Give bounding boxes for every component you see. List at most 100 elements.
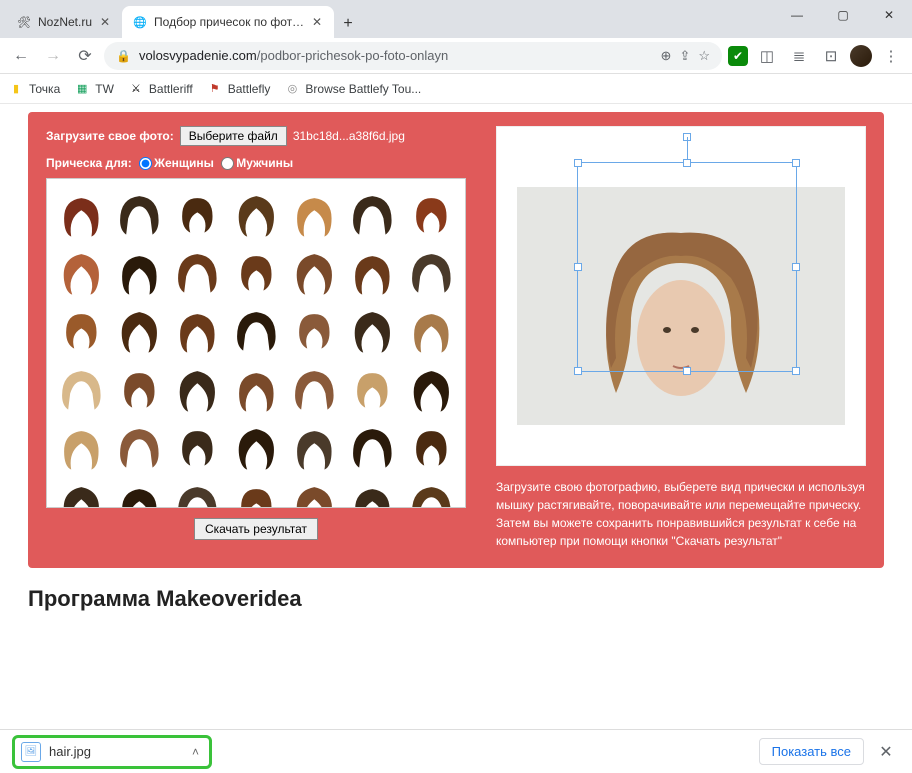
hair-thumb[interactable]	[403, 418, 459, 474]
handle-n[interactable]	[683, 159, 691, 167]
handle-sw[interactable]	[574, 367, 582, 375]
hair-thumb[interactable]	[170, 243, 226, 299]
download-row: Скачать результат	[46, 518, 466, 540]
forward-button[interactable]: →	[40, 43, 66, 69]
hair-thumb[interactable]	[228, 360, 284, 416]
toolbar: ← → ⟳ 🔒 volosvypadenie.com/podbor-priche…	[0, 38, 912, 74]
hair-thumb[interactable]	[111, 185, 167, 241]
download-filename: hair.jpg	[49, 744, 91, 759]
sheets-icon: ▦	[74, 81, 90, 97]
bookmark-battleriff[interactable]: ⚔Battleriff	[128, 81, 193, 97]
bookmark-tochka[interactable]: ▮Точка	[8, 81, 60, 97]
hair-thumb[interactable]	[53, 360, 109, 416]
hair-thumb[interactable]	[344, 243, 400, 299]
hair-list[interactable]	[46, 178, 466, 508]
close-button[interactable]: ✕	[866, 0, 912, 30]
handle-se[interactable]	[792, 367, 800, 375]
tab-title: NozNet.ru	[38, 15, 92, 29]
hair-thumb[interactable]	[111, 243, 167, 299]
bookmark-tw[interactable]: ▦TW	[74, 81, 114, 97]
hair-thumb[interactable]	[53, 185, 109, 241]
hair-thumb[interactable]	[403, 302, 459, 358]
hair-thumb[interactable]	[344, 302, 400, 358]
close-bar-icon[interactable]: ✕	[872, 742, 900, 762]
hair-thumb[interactable]	[286, 302, 342, 358]
address-bar[interactable]: 🔒 volosvypadenie.com/podbor-prichesok-po…	[104, 42, 722, 70]
wrench-icon: 🛠	[16, 14, 32, 30]
back-button[interactable]: ←	[8, 43, 34, 69]
share-icon[interactable]: ⇪	[679, 48, 690, 64]
reload-button[interactable]: ⟳	[72, 43, 98, 69]
ext3-icon[interactable]: ⊡	[818, 43, 844, 69]
hair-thumb[interactable]	[403, 243, 459, 299]
ext2-icon[interactable]: ≣	[786, 43, 812, 69]
hair-thumb[interactable]	[111, 360, 167, 416]
choose-file-button[interactable]: Выберите файл	[180, 126, 287, 146]
check-ext-icon[interactable]: ✔	[728, 46, 748, 66]
hair-thumb[interactable]	[403, 360, 459, 416]
chevron-up-icon[interactable]: ˄	[192, 745, 199, 759]
hair-thumb[interactable]	[344, 418, 400, 474]
hair-thumb[interactable]	[111, 418, 167, 474]
avatar[interactable]	[850, 45, 872, 67]
tab-noznet[interactable]: 🛠 NozNet.ru ✕	[6, 6, 122, 38]
download-chip[interactable]: 🖼 hair.jpg ˄	[12, 735, 212, 769]
maximize-button[interactable]: ▢	[820, 0, 866, 30]
hair-thumb[interactable]	[111, 302, 167, 358]
handle-nw[interactable]	[574, 159, 582, 167]
hair-thumb[interactable]	[170, 418, 226, 474]
minimize-button[interactable]: —	[774, 0, 820, 30]
hair-thumb[interactable]	[286, 360, 342, 416]
ext1-icon[interactable]: ◫	[754, 43, 780, 69]
bookmark-battlefy[interactable]: ◎Browse Battlefy Tou...	[284, 81, 421, 97]
hair-thumb[interactable]	[228, 418, 284, 474]
tab-active[interactable]: 🌐 Подбор причесок по фото онла ✕	[122, 6, 334, 38]
male-radio[interactable]	[221, 157, 234, 170]
hair-thumb[interactable]	[53, 476, 109, 508]
handle-w[interactable]	[574, 263, 582, 271]
folder-icon: ▮	[8, 81, 24, 97]
hair-thumb[interactable]	[344, 185, 400, 241]
female-radio[interactable]	[139, 157, 152, 170]
hair-thumb[interactable]	[170, 302, 226, 358]
hair-thumb[interactable]	[286, 185, 342, 241]
hair-thumb[interactable]	[53, 243, 109, 299]
menu-icon[interactable]: ⋮	[878, 43, 904, 69]
hair-thumb[interactable]	[403, 476, 459, 508]
hair-thumb[interactable]	[170, 185, 226, 241]
close-icon[interactable]: ✕	[98, 15, 112, 29]
hair-thumb[interactable]	[286, 476, 342, 508]
hair-thumb[interactable]	[344, 360, 400, 416]
bookmarks-bar: ▮Точка ▦TW ⚔Battleriff ⚑Battlefly ◎Brows…	[0, 74, 912, 104]
preview-panel[interactable]	[496, 126, 866, 466]
hair-thumb[interactable]	[228, 476, 284, 508]
hair-thumb[interactable]	[286, 243, 342, 299]
gender-label: Прическа для:	[46, 156, 132, 170]
handle-e[interactable]	[792, 263, 800, 271]
hair-thumb[interactable]	[403, 185, 459, 241]
download-result-button[interactable]: Скачать результат	[194, 518, 318, 540]
hair-thumb[interactable]	[111, 476, 167, 508]
zoom-icon[interactable]: ⊕	[661, 48, 672, 64]
hair-thumb[interactable]	[344, 476, 400, 508]
hair-thumb[interactable]	[53, 302, 109, 358]
hair-thumb[interactable]	[286, 418, 342, 474]
show-all-button[interactable]: Показать все	[759, 738, 864, 765]
handle-ne[interactable]	[792, 159, 800, 167]
close-icon[interactable]: ✕	[310, 15, 324, 29]
selection-box[interactable]	[577, 162, 797, 372]
lock-icon: 🔒	[116, 49, 131, 63]
hair-thumb[interactable]	[170, 476, 226, 508]
male-label: Мужчины	[236, 156, 293, 170]
new-tab-button[interactable]: +	[334, 10, 362, 38]
left-column: Загрузите свое фото: Выберите файл 31bc1…	[46, 126, 466, 550]
hair-thumb[interactable]	[228, 243, 284, 299]
star-icon[interactable]: ☆	[698, 48, 710, 64]
hair-thumb[interactable]	[170, 360, 226, 416]
image-file-icon: 🖼	[21, 742, 41, 762]
hair-thumb[interactable]	[228, 185, 284, 241]
bookmark-battlefly[interactable]: ⚑Battlefly	[207, 81, 271, 97]
handle-s[interactable]	[683, 367, 691, 375]
hair-thumb[interactable]	[228, 302, 284, 358]
hair-thumb[interactable]	[53, 418, 109, 474]
